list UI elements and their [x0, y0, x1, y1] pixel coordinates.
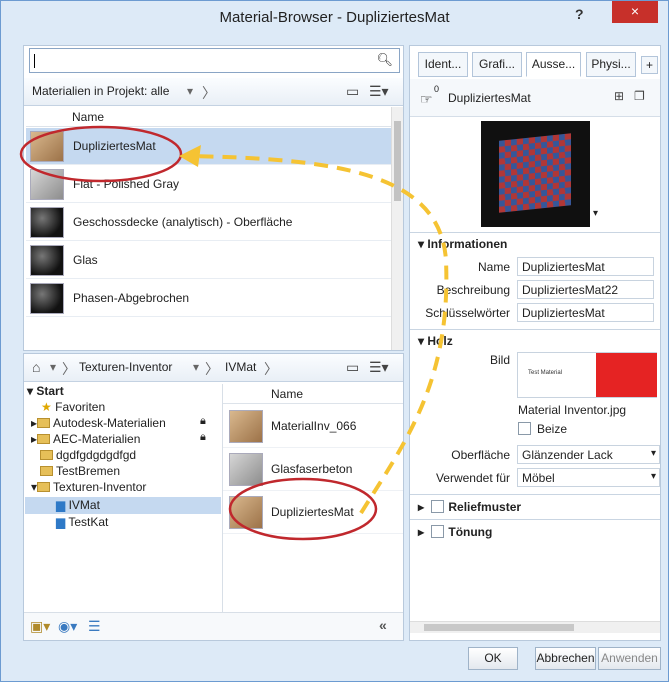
annotation-circle-bottom — [228, 477, 378, 541]
material-browser-window: Material-Browser - DupliziertesMat ? × 🔍… — [0, 0, 669, 682]
annotation-arrow — [190, 154, 449, 515]
annotation-arrowhead — [179, 145, 201, 167]
annotation-overlay — [19, 125, 449, 541]
annotation-circle-top — [19, 125, 183, 183]
